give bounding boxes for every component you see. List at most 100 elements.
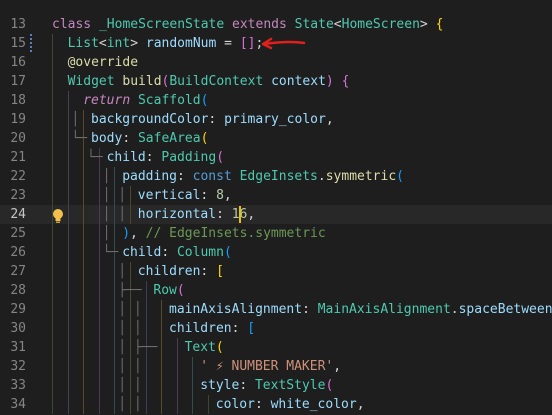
line-number: 24 [10,207,26,222]
line-number: 29 [10,302,26,317]
code-text: body: SafeArea( [91,129,208,148]
indent-guide [130,186,131,205]
code-text: child: Column( [122,243,232,262]
code-token: child [106,150,146,165]
code-token: State [294,17,334,32]
indent-guide [52,243,53,262]
indent-guide [83,338,85,357]
indent-guide [130,262,131,281]
indent-guide [83,262,85,281]
code-line[interactable]: 23 │ │ vertical: 8, [0,186,552,205]
code-line[interactable]: 27 │ children: [ [0,262,552,281]
code-token: : [161,245,177,260]
indent-guide [52,395,53,414]
code-token: ( [215,340,224,355]
indent-guide [67,224,69,243]
indent-guide [114,281,116,300]
code-token: > [419,17,436,32]
code-token: HomeScreen [341,17,420,32]
code-line[interactable]: 25 │), // EdgeInsets.symmetric [0,224,552,243]
indent-guide [67,91,69,110]
indent-guide [114,395,116,414]
code-token: ( [325,378,334,393]
code-line[interactable]: 13 class _HomeScreenState extends State<H… [0,15,552,34]
indent-guide [145,281,147,300]
code-line[interactable]: 17 Widget build(BuildContext context) { [0,72,552,91]
code-editor[interactable]: 34 │ │ color: white_color, 33 │ │ style: Text… [0,0,552,415]
indent-guide [67,300,69,319]
code-line[interactable]: 28 ├── Row( [0,281,552,300]
indent-guide [52,129,53,148]
code-line[interactable]: 32 │ │ ' ⚡ NUMBER MAKER', [0,357,552,376]
lightbulb-icon[interactable] [51,208,65,224]
code-line[interactable]: 30 │ │ children: [ [0,319,552,338]
code-line[interactable]: 31 │ ├── Text( [0,338,552,357]
code-line[interactable]: 20 └─ body: SafeArea( [0,129,552,148]
code-line[interactable]: 19 │ backgroundColor: primary_color, [0,110,552,129]
indent-guide [67,110,69,129]
code-token: [] [239,36,256,51]
indent-guide [67,395,69,414]
code-text: @override [68,53,138,72]
tree-guide: │ │ [118,359,142,374]
tree-guide: └─ [71,131,88,146]
code-line[interactable]: 18 return Scaffold( [0,91,552,110]
code-line[interactable]: 33 │ │ style: TextStyle( [0,376,552,395]
indent-guide [67,167,69,186]
indent-guide [67,262,69,281]
code-token: class [52,17,92,32]
code-text: backgroundColor: primary_color, [91,110,334,129]
code-token: List [67,36,99,51]
code-token: , [325,112,334,127]
code-line[interactable]: 26 └─ child: Column( [0,243,552,262]
code-line[interactable]: 24 │ │ horizontal: 16, [0,205,552,224]
code-text: return Scaffold( [83,91,208,110]
code-token: return [83,93,131,108]
line-number: 32 [10,359,26,374]
indent-guide [98,186,100,205]
tree-guide: │ │ [118,321,142,336]
line-number: 22 [10,169,26,184]
indent-guide [145,376,147,395]
indent-guide [52,53,53,72]
indent-guide [208,395,209,414]
indent-guide [83,205,85,224]
indent-guide [67,357,69,376]
code-token: mainAxisAlignment [169,302,303,317]
line-number: 15 [10,36,26,51]
code-line[interactable]: 16 @override [0,53,552,72]
indent-guide [98,357,100,376]
indent-guide [161,338,163,357]
code-text: ' ⚡ NUMBER MAKER', [200,357,341,376]
indent-guide [67,205,69,224]
indent-guide [114,376,116,395]
indent-guide [176,376,178,395]
code-token: Text [184,340,216,355]
indent-guide [83,243,85,262]
line-number: 26 [10,245,26,260]
code-token: : [200,264,217,279]
code-token: TextStyle [254,378,326,393]
indent-guide [98,262,100,281]
indent-guide [52,110,53,129]
tree-guide: ├── [118,283,142,298]
code-line[interactable]: 21 └─ child: Padding( [0,148,552,167]
code-token: : [254,397,271,412]
code-text: class _HomeScreenState extends State<Hom… [52,15,443,34]
indent-guide [161,357,163,376]
indent-guide [161,376,163,395]
code-line[interactable]: 29 │ │ mainAxisAlignment: MainAxisAlignmen… [0,300,552,319]
code-token: . [317,169,326,184]
indent-guide [67,148,69,167]
code-line[interactable]: 22 │ padding: const EdgeInsets.symmetric( [0,167,552,186]
line-number: 33 [10,378,26,393]
code-line[interactable]: 34 │ │ color: white_color, [0,395,552,414]
indent-guide [98,281,100,300]
indent-guide [52,34,53,53]
code-token: Row [153,283,177,298]
code-token: = [216,36,240,51]
code-token: : [302,302,318,317]
